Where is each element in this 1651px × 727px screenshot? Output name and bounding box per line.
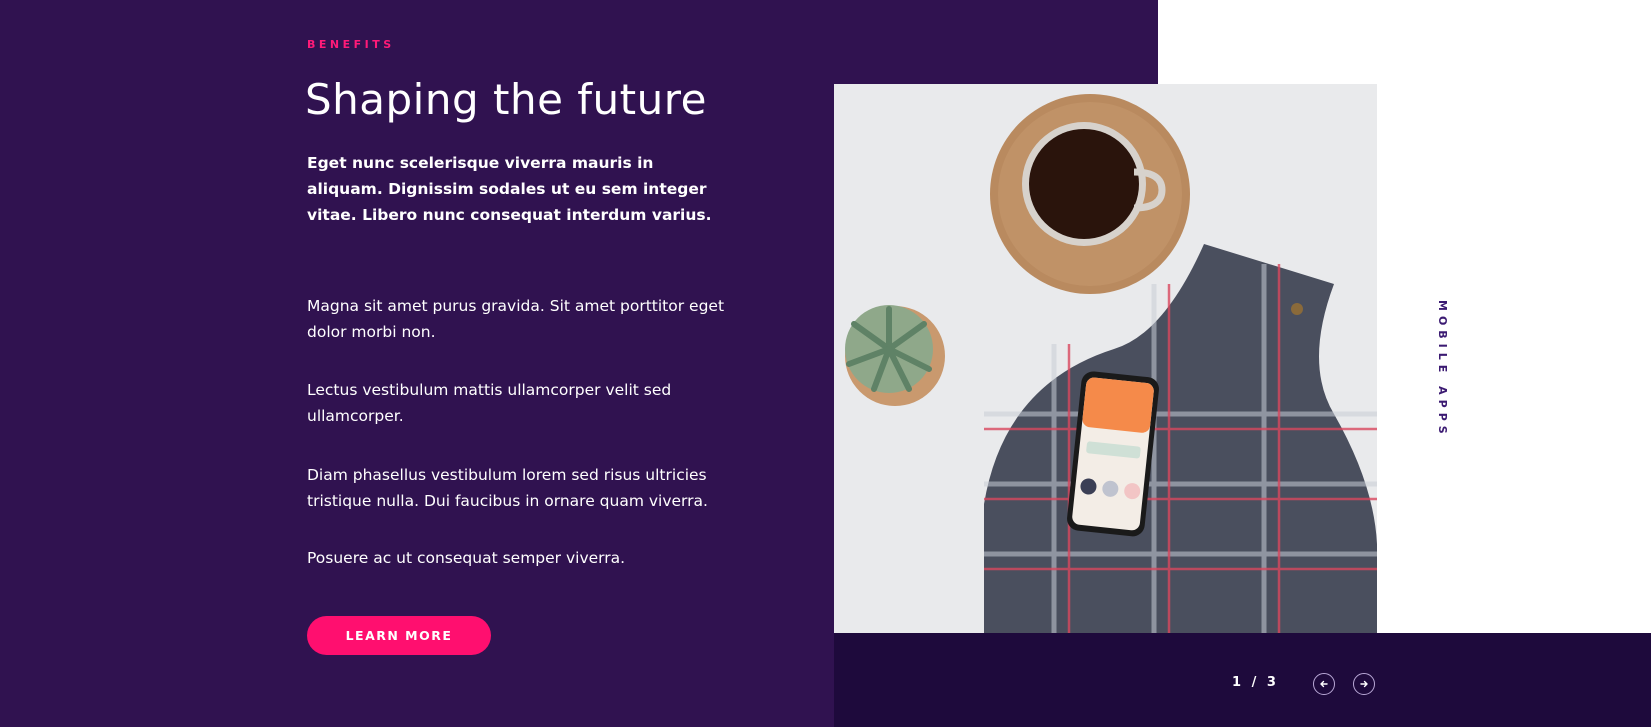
learn-more-button[interactable]: LEARN MORE xyxy=(307,616,491,655)
slide-total: 3 xyxy=(1266,675,1279,690)
slide-category-label: MOBILE APPS xyxy=(1436,300,1449,439)
slide-separator: / xyxy=(1251,675,1260,690)
prev-slide-button[interactable] xyxy=(1313,673,1335,695)
body-paragraph: Lectus vestibulum mattis ullamcorper vel… xyxy=(307,381,672,425)
arrow-right-icon xyxy=(1360,680,1368,688)
slide-counter: 1 / 3 xyxy=(1232,675,1279,690)
arrow-left-icon xyxy=(1320,680,1328,688)
next-slide-button[interactable] xyxy=(1353,673,1375,695)
slide-current: 1 xyxy=(1232,675,1245,690)
section-eyebrow: BENEFITS xyxy=(307,38,395,51)
slide-photo xyxy=(834,84,1377,633)
body-paragraph: Posuere ac ut consequat semper viverra. xyxy=(307,549,626,567)
lead-paragraph: Eget nunc scelerisque viverra mauris in … xyxy=(307,154,712,224)
body-paragraph: Diam phasellus vestibulum lorem sed risu… xyxy=(307,466,708,510)
flatlay-illustration xyxy=(834,84,1377,633)
section-title: Shaping the future xyxy=(305,75,707,124)
body-paragraph: Magna sit amet purus gravida. Sit amet p… xyxy=(307,297,725,341)
